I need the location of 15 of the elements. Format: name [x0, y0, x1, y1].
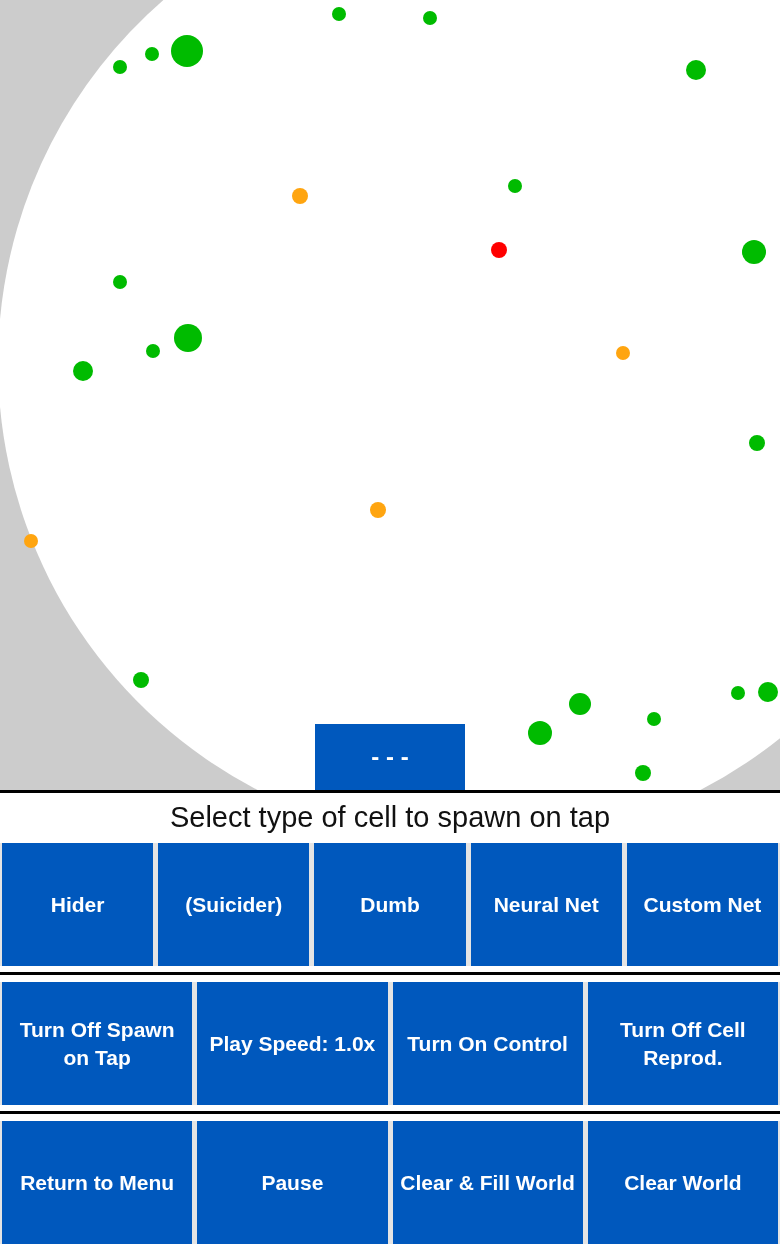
action-button[interactable]: Return to Menu — [2, 1121, 193, 1244]
control-button[interactable]: Turn On Control — [392, 982, 583, 1105]
spawn-prompt: Select type of cell to spawn on tap — [168, 800, 612, 835]
control-button[interactable]: Turn Off Cell Reprod. — [587, 982, 778, 1105]
action-button[interactable]: Clear & Fill World — [392, 1121, 583, 1244]
overlay-button[interactable]: - - - — [315, 724, 465, 790]
cell-type-button[interactable]: Hider — [2, 843, 154, 966]
control-button[interactable]: Play Speed: 1.0x — [197, 982, 388, 1105]
action-button[interactable]: Pause — [197, 1121, 388, 1244]
cell-type-button[interactable]: Dumb — [314, 843, 466, 966]
cell-type-button[interactable]: Custom Net — [626, 843, 778, 966]
control-button[interactable]: Turn Off Spawn on Tap — [2, 982, 193, 1105]
action-button[interactable]: Clear World — [587, 1121, 778, 1244]
cell-type-button[interactable]: Neural Net — [470, 843, 622, 966]
cell-type-button[interactable]: (Suicider) — [158, 843, 310, 966]
